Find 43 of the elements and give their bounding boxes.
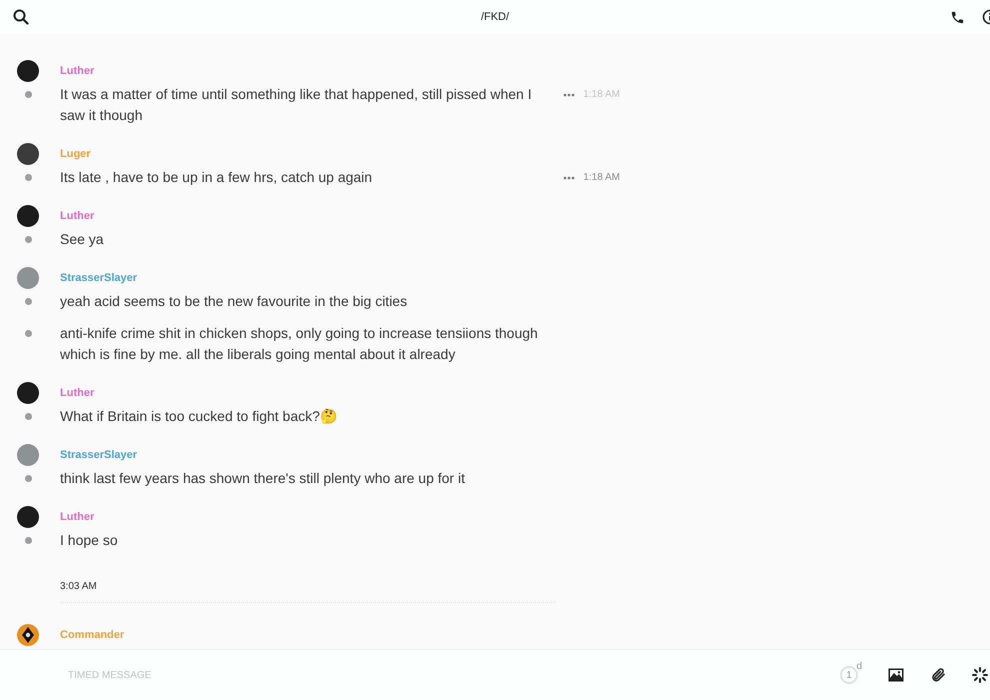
author-name[interactable]: Commander [60,627,124,643]
author-name[interactable]: StrasserSlayer [60,270,138,286]
message-text: anti-knife crime shit in chicken shops, only going to increase tensiions though which is fine by me. all the liberals going mental about it already [60,324,539,364]
avatar [17,60,39,82]
avatar [17,267,39,289]
date-divider-label: 3:03 AM [60,581,98,592]
more-icon[interactable] [563,176,576,180]
author-name[interactable]: Luther [60,385,94,401]
author-name[interactable]: StrasserSlayer [60,447,138,463]
status-dot [24,475,32,482]
message-text: Its late , have to be up in a few hrs, catch up again [60,168,374,187]
search-icon[interactable] [13,9,29,25]
message-text: What if Britain is too cucked to fight back?🤔 [60,407,338,426]
status-dot [24,330,32,337]
status-dot [24,91,32,98]
avatar [17,444,39,466]
status-dot [24,298,32,305]
message-text: yeah acid seems to be the new favourite in the big cities [60,292,408,311]
author-name[interactable]: Luther [60,509,94,525]
author-name[interactable]: Luger [60,146,91,162]
status-dot [24,236,32,243]
avatar [17,143,39,165]
message-time: 1:18 AM [583,172,620,183]
phone-icon[interactable] [950,10,965,24]
message-text: See ya [60,230,105,249]
status-dot [24,174,32,181]
sparkle-icon[interactable] [972,667,988,683]
channel-title: /FKD/ [480,11,510,23]
avatar [17,624,39,646]
avatar [17,382,39,404]
author-name[interactable]: Luther [60,208,94,224]
avatar [17,506,39,528]
status-dot [24,413,32,420]
message-text: think last few years has shown there's still plenty who are up for it [60,469,466,488]
message-text: I hope so [60,531,119,550]
message-input[interactable]: TIMED MESSAGE [66,668,370,682]
author-name[interactable]: Luther [60,63,94,79]
status-dot [24,537,32,544]
avatar [17,205,39,227]
message-text: It was a matter of time until something like that happened, still pissed when I saw it though [60,85,533,125]
image-icon[interactable] [888,668,904,682]
more-icon[interactable] [563,92,576,96]
paperclip-icon[interactable] [930,667,946,683]
